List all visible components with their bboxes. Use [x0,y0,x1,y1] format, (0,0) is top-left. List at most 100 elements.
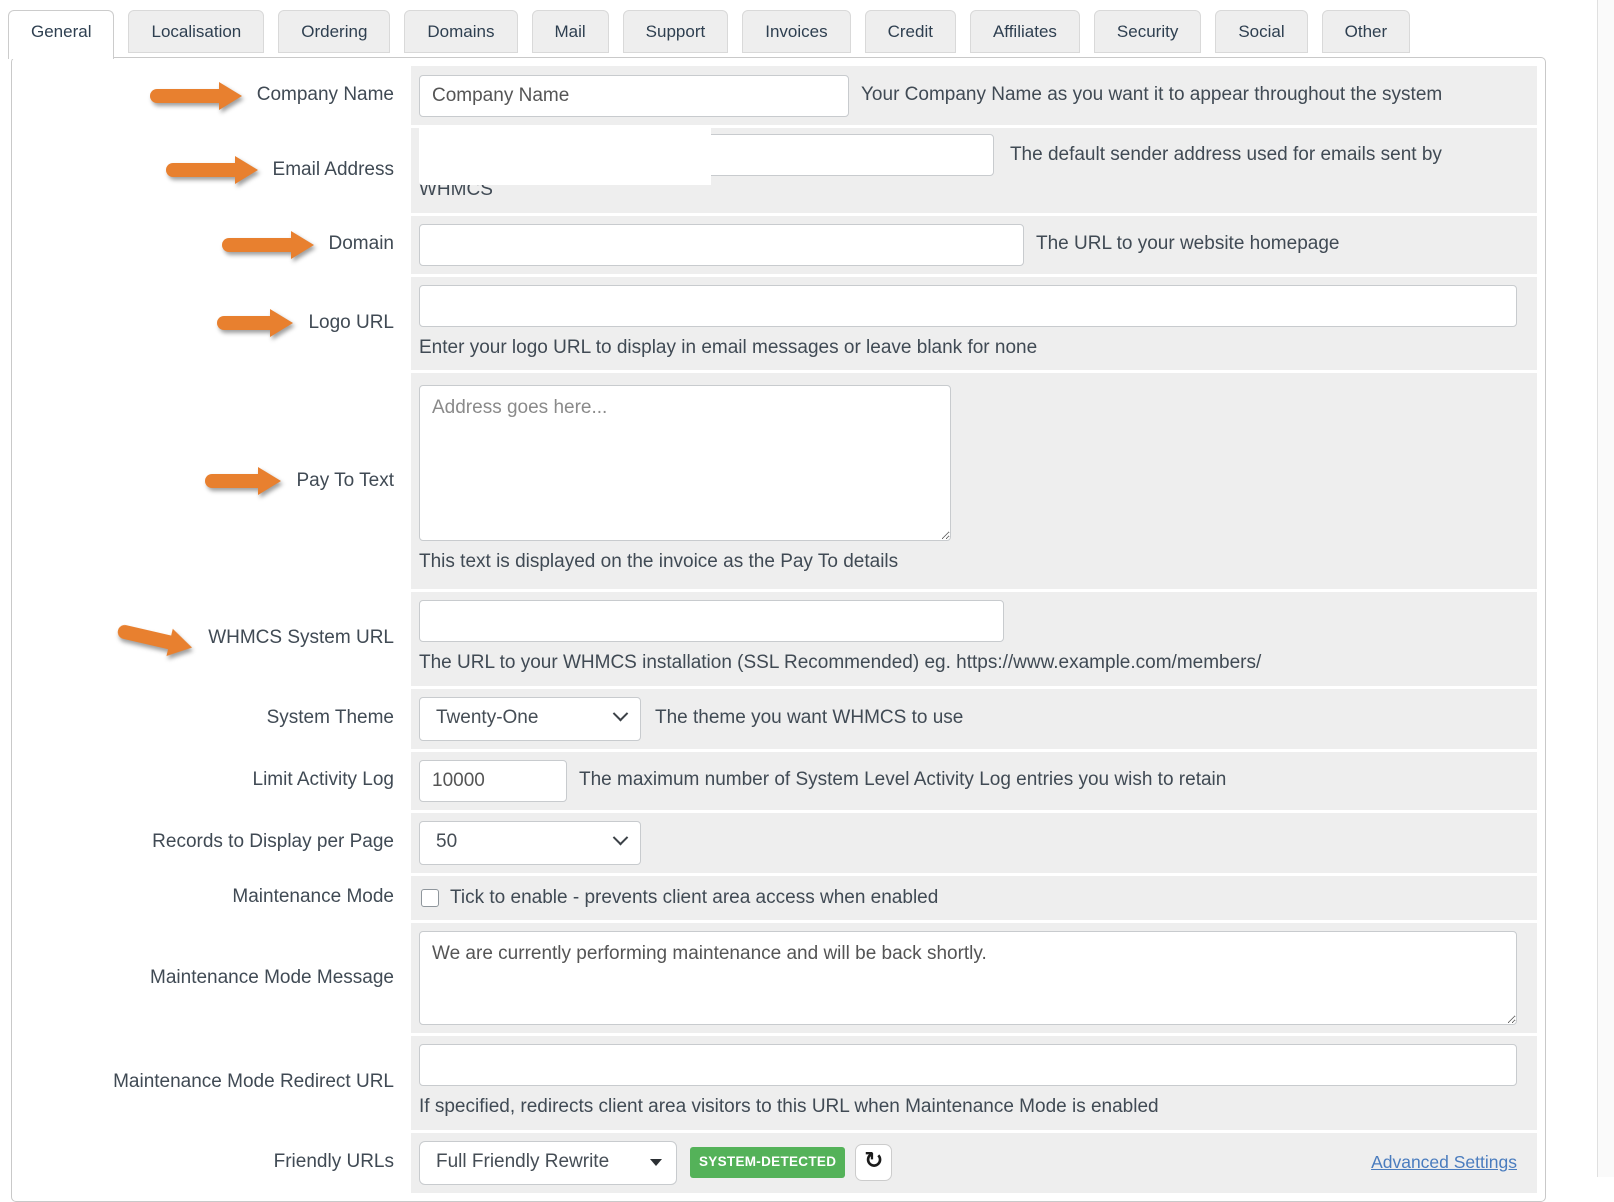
company-name-field-cell: Your Company Name as you want it to appe… [411,66,1537,125]
friendly-urls-selected-value: Full Friendly Rewrite [436,1148,609,1177]
limit-activity-log-label-cell: Limit Activity Log [20,752,411,810]
form-row-whmcs-system-url: WHMCS System URL The URL to your WHMCS i… [20,592,1537,686]
page-scrollbar[interactable] [1597,0,1614,1177]
maintenance-mode-checkbox[interactable] [421,889,439,907]
form-row-email-address: Email Address The default sender address… [20,128,1537,213]
general-settings-panel: Company Name Your Company Name as you wa… [11,57,1546,1202]
tab-general[interactable]: General [8,10,114,59]
pay-to-text-label: Pay To Text [296,469,394,494]
form-row-domain: Domain The URL to your website homepage [20,216,1537,274]
maintenance-message-label-cell: Maintenance Mode Message [20,923,411,1033]
whmcs-system-url-label-cell: WHMCS System URL [20,592,411,686]
pay-to-text-textarea[interactable] [419,385,951,541]
form-row-friendly-urls: Friendly URLs Full Friendly Rewrite SYST… [20,1133,1537,1193]
whmcs-system-url-help: The URL to your WHMCS installation (SSL … [419,649,1261,678]
domain-label: Domain [329,232,394,257]
system-theme-label: System Theme [267,706,394,731]
form-row-logo-url: Logo URL Enter your logo URL to display … [20,277,1537,371]
logo-url-help: Enter your logo URL to display in email … [419,334,1037,363]
whmcs-system-url-input[interactable] [419,600,1004,642]
friendly-urls-label: Friendly URLs [274,1150,394,1175]
logo-url-input[interactable] [419,285,1517,327]
logo-url-field-cell: Enter your logo URL to display in email … [411,277,1537,371]
domain-field-cell: The URL to your website homepage [411,216,1537,274]
friendly-urls-label-cell: Friendly URLs [20,1133,411,1193]
system-detected-badge: SYSTEM-DETECTED [690,1147,845,1177]
form-row-records-per-page: Records to Display per Page 50 [20,813,1537,873]
tab-credit[interactable]: Credit [865,10,956,53]
tab-support[interactable]: Support [623,10,729,53]
email-address-label: Email Address [273,158,394,183]
records-per-page-select[interactable]: 50 [419,821,641,865]
system-theme-select[interactable]: Twenty-One [419,697,641,741]
autofill-overlay-artifact [419,128,711,185]
maintenance-mode-field-cell: Tick to enable - prevents client area ac… [411,876,1537,921]
form-row-maintenance-redirect-url: Maintenance Mode Redirect URL If specifi… [20,1036,1537,1130]
tab-mail[interactable]: Mail [532,10,609,53]
maintenance-mode-label: Maintenance Mode [232,885,394,910]
tab-security[interactable]: Security [1094,10,1201,53]
system-theme-selected-value: Twenty-One [436,704,538,733]
whmcs-system-url-field-cell: The URL to your WHMCS installation (SSL … [411,592,1537,686]
logo-url-label: Logo URL [308,311,394,336]
email-address-label-cell: Email Address [20,128,411,213]
maintenance-message-field-cell: We are currently performing maintenance … [411,923,1537,1033]
chevron-down-icon [613,706,629,722]
form-row-limit-activity-log: Limit Activity Log The maximum number of… [20,752,1537,810]
pay-to-text-label-cell: Pay To Text [20,373,411,589]
settings-tabbar: General Localisation Ordering Domains Ma… [0,0,1614,58]
form-row-system-theme: System Theme Twenty-One The theme you wa… [20,689,1537,749]
email-address-field-cell: The default sender address used for emai… [411,128,1537,213]
highlight-arrow-icon [205,467,281,495]
highlight-arrow-icon [150,82,242,110]
domain-help: The URL to your website homepage [1036,230,1339,259]
maintenance-mode-checkbox-label: Tick to enable - prevents client area ac… [450,884,938,913]
highlight-arrow-icon [166,156,258,184]
tab-other[interactable]: Other [1322,10,1411,53]
refresh-button[interactable]: ↻ [855,1144,892,1181]
maintenance-redirect-label: Maintenance Mode Redirect URL [113,1070,394,1095]
domain-input[interactable] [419,224,1024,266]
form-row-maintenance-mode: Maintenance Mode Tick to enable - preven… [20,876,1537,921]
chevron-down-icon [613,830,629,846]
highlight-arrow-icon [222,231,314,259]
company-name-help: Your Company Name as you want it to appe… [861,81,1442,110]
domain-label-cell: Domain [20,216,411,274]
company-name-label-cell: Company Name [20,66,411,125]
friendly-urls-field-cell: Full Friendly Rewrite SYSTEM-DETECTED ↻ … [411,1133,1537,1193]
pay-to-text-help: This text is displayed on the invoice as… [419,548,898,577]
records-per-page-field-cell: 50 [411,813,1537,873]
maintenance-redirect-input[interactable] [419,1044,1517,1086]
maintenance-redirect-label-cell: Maintenance Mode Redirect URL [20,1036,411,1130]
records-per-page-label: Records to Display per Page [152,830,394,855]
advanced-settings-link[interactable]: Advanced Settings [1371,1149,1517,1175]
caret-down-icon [650,1159,662,1166]
system-theme-label-cell: System Theme [20,689,411,749]
refresh-icon: ↻ [864,1150,883,1173]
tab-domains[interactable]: Domains [404,10,517,53]
limit-activity-log-label: Limit Activity Log [253,768,395,793]
limit-activity-log-help: The maximum number of System Level Activ… [579,766,1226,795]
tab-ordering[interactable]: Ordering [278,10,390,53]
records-per-page-label-cell: Records to Display per Page [20,813,411,873]
maintenance-redirect-field-cell: If specified, redirects client area visi… [411,1036,1537,1130]
tab-affiliates[interactable]: Affiliates [970,10,1080,53]
tab-invoices[interactable]: Invoices [742,10,850,53]
limit-activity-log-field-cell: The maximum number of System Level Activ… [411,752,1537,810]
friendly-urls-select[interactable]: Full Friendly Rewrite [419,1141,677,1185]
maintenance-redirect-help: If specified, redirects client area visi… [419,1093,1159,1122]
limit-activity-log-input[interactable] [419,760,567,802]
tab-social[interactable]: Social [1215,10,1307,53]
system-theme-field-cell: Twenty-One The theme you want WHMCS to u… [411,689,1537,749]
system-theme-help: The theme you want WHMCS to use [655,704,963,733]
records-per-page-selected-value: 50 [436,828,457,857]
company-name-label: Company Name [257,83,394,108]
company-name-input[interactable] [419,75,849,117]
maintenance-mode-label-cell: Maintenance Mode [20,876,411,921]
form-row-maintenance-message: Maintenance Mode Message We are currentl… [20,923,1537,1033]
maintenance-message-textarea[interactable]: We are currently performing maintenance … [419,931,1517,1025]
form-row-company-name: Company Name Your Company Name as you wa… [20,66,1537,125]
whmcs-system-url-label: WHMCS System URL [208,626,394,651]
tab-localisation[interactable]: Localisation [128,10,264,53]
maintenance-message-label: Maintenance Mode Message [150,966,394,991]
